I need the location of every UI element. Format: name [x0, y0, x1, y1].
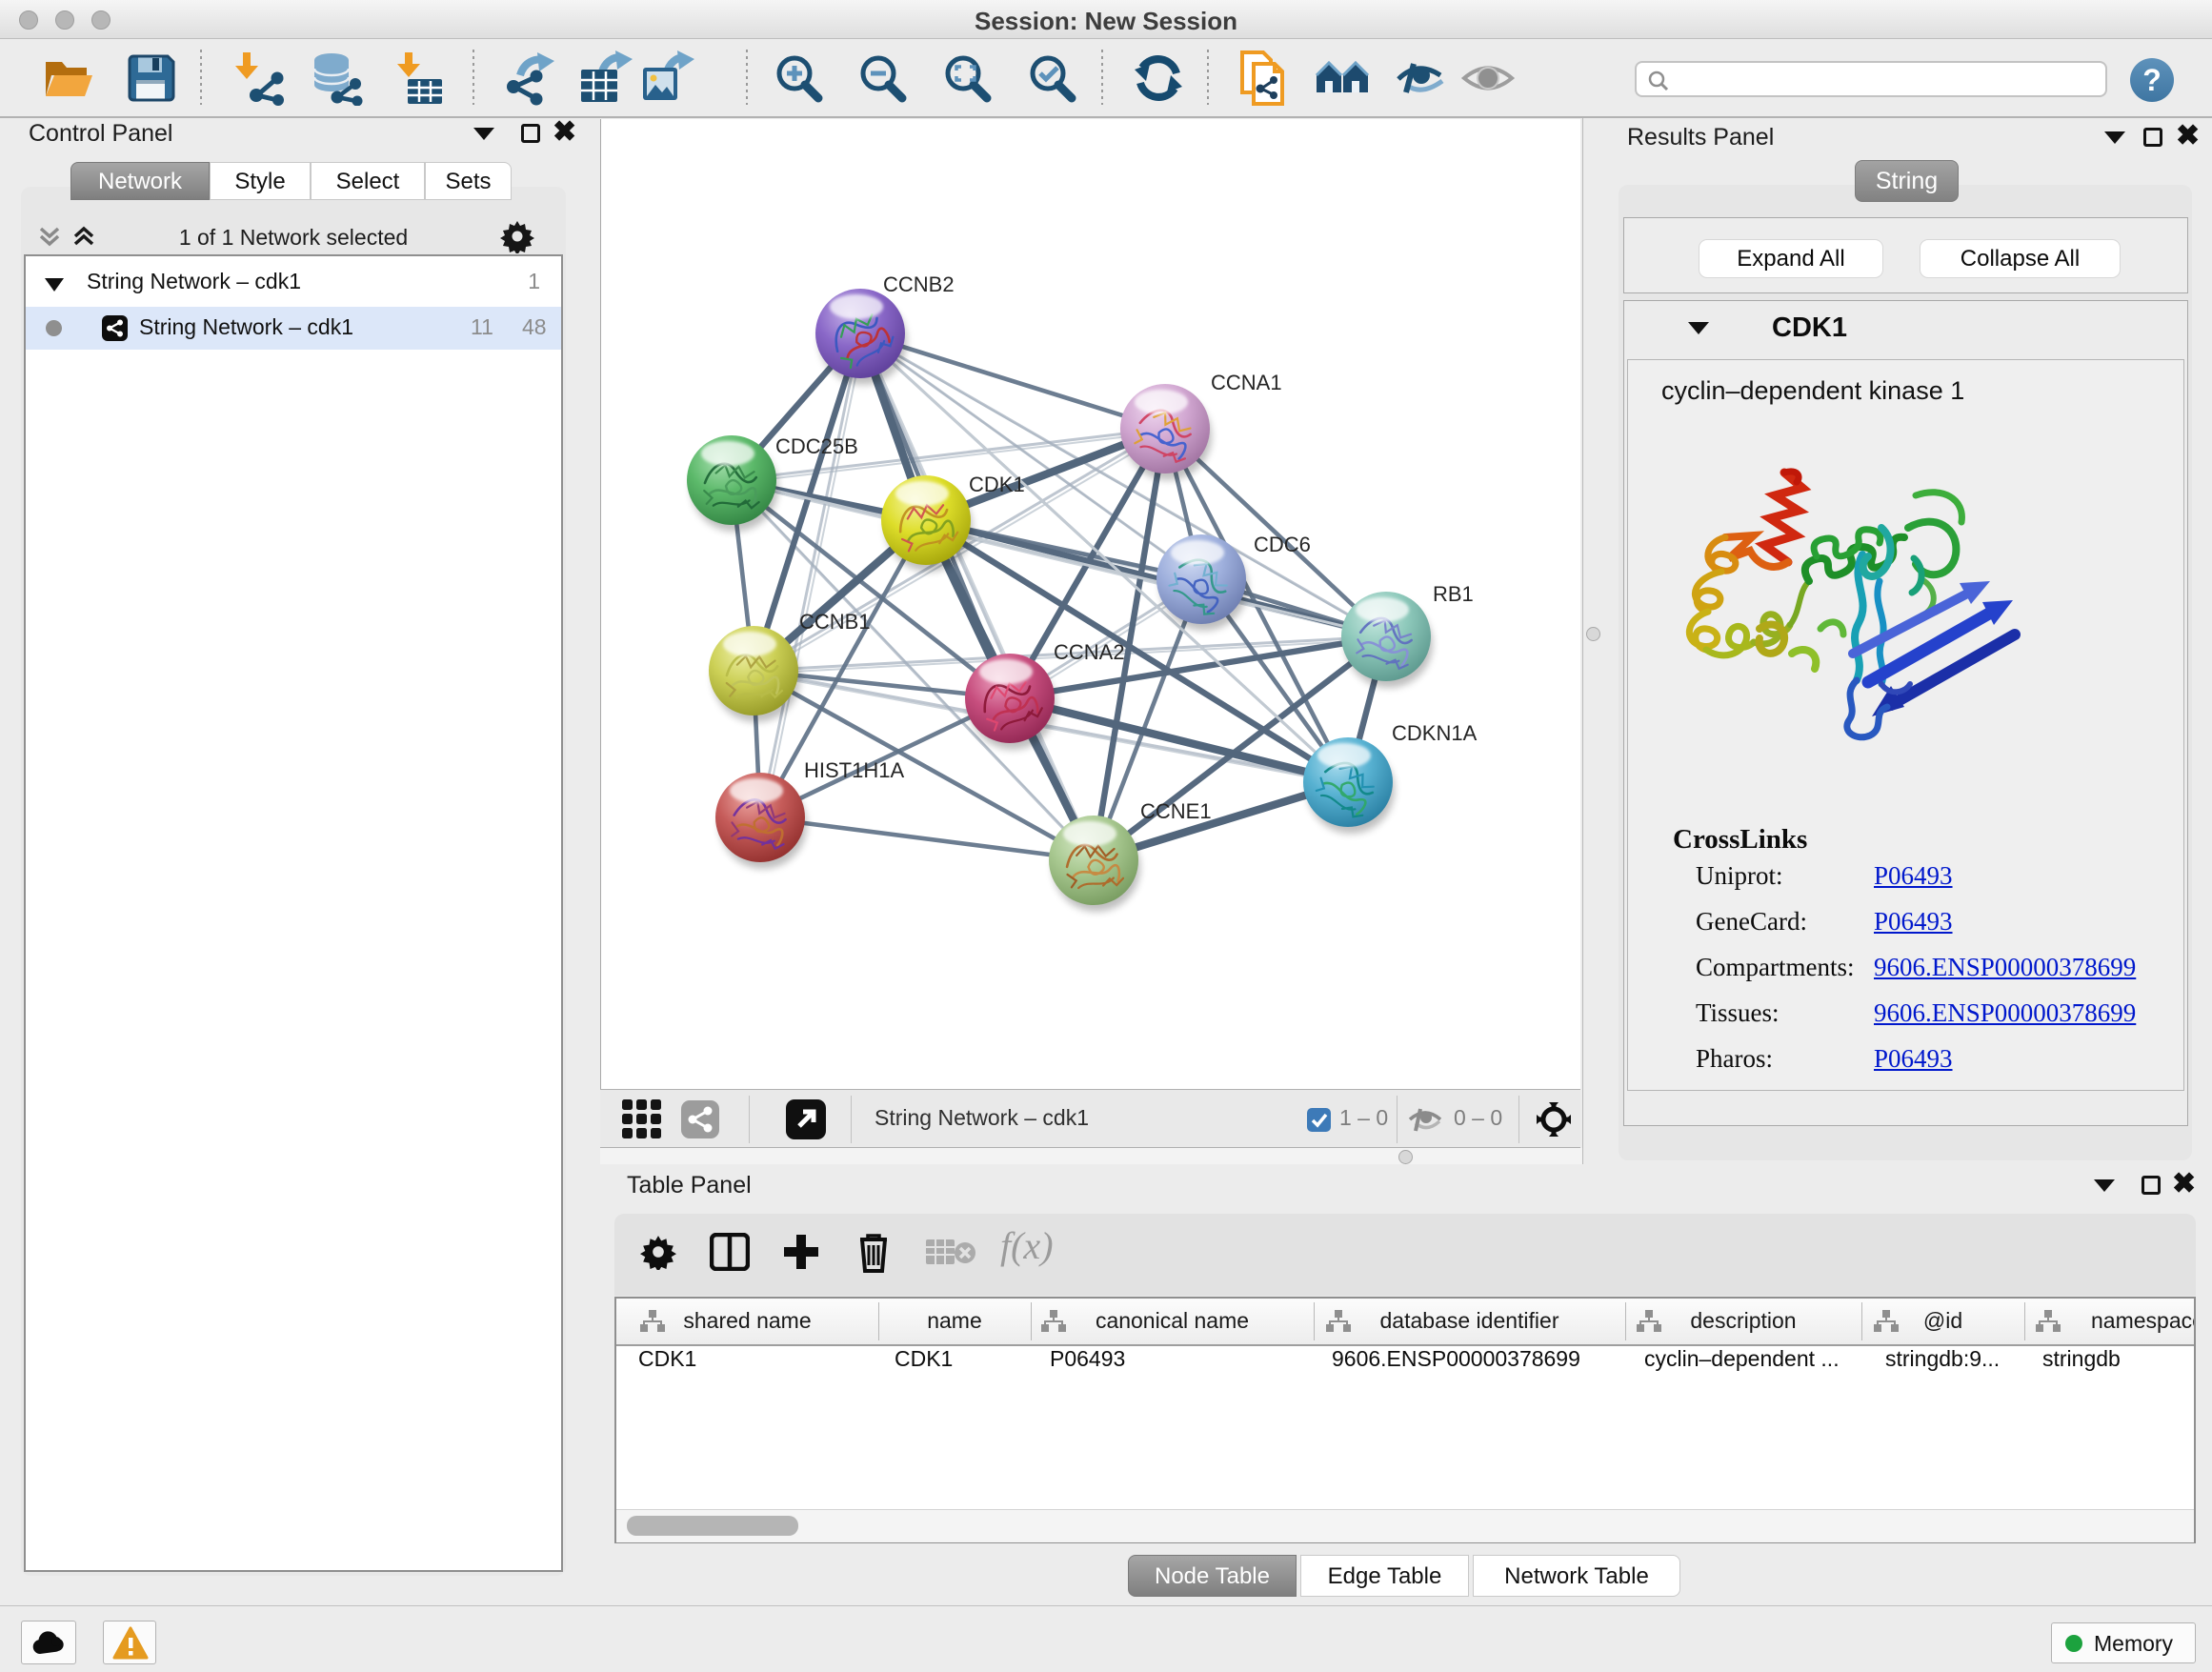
svg-text:HIST1H1A: HIST1H1A	[804, 758, 904, 782]
svg-text:CCNB1: CCNB1	[799, 610, 871, 634]
svg-text:CCNB2: CCNB2	[883, 272, 955, 296]
svg-text:CCNA1: CCNA1	[1211, 371, 1282, 394]
svg-text:CCNE1: CCNE1	[1140, 799, 1212, 823]
svg-text:RB1: RB1	[1433, 582, 1474, 606]
svg-text:CDKN1A: CDKN1A	[1392, 721, 1478, 745]
svg-text:CDK1: CDK1	[969, 473, 1025, 496]
svg-text:CDC6: CDC6	[1254, 533, 1311, 556]
svg-text:CCNA2: CCNA2	[1054, 640, 1125, 664]
svg-text:CDC25B: CDC25B	[775, 434, 858, 458]
